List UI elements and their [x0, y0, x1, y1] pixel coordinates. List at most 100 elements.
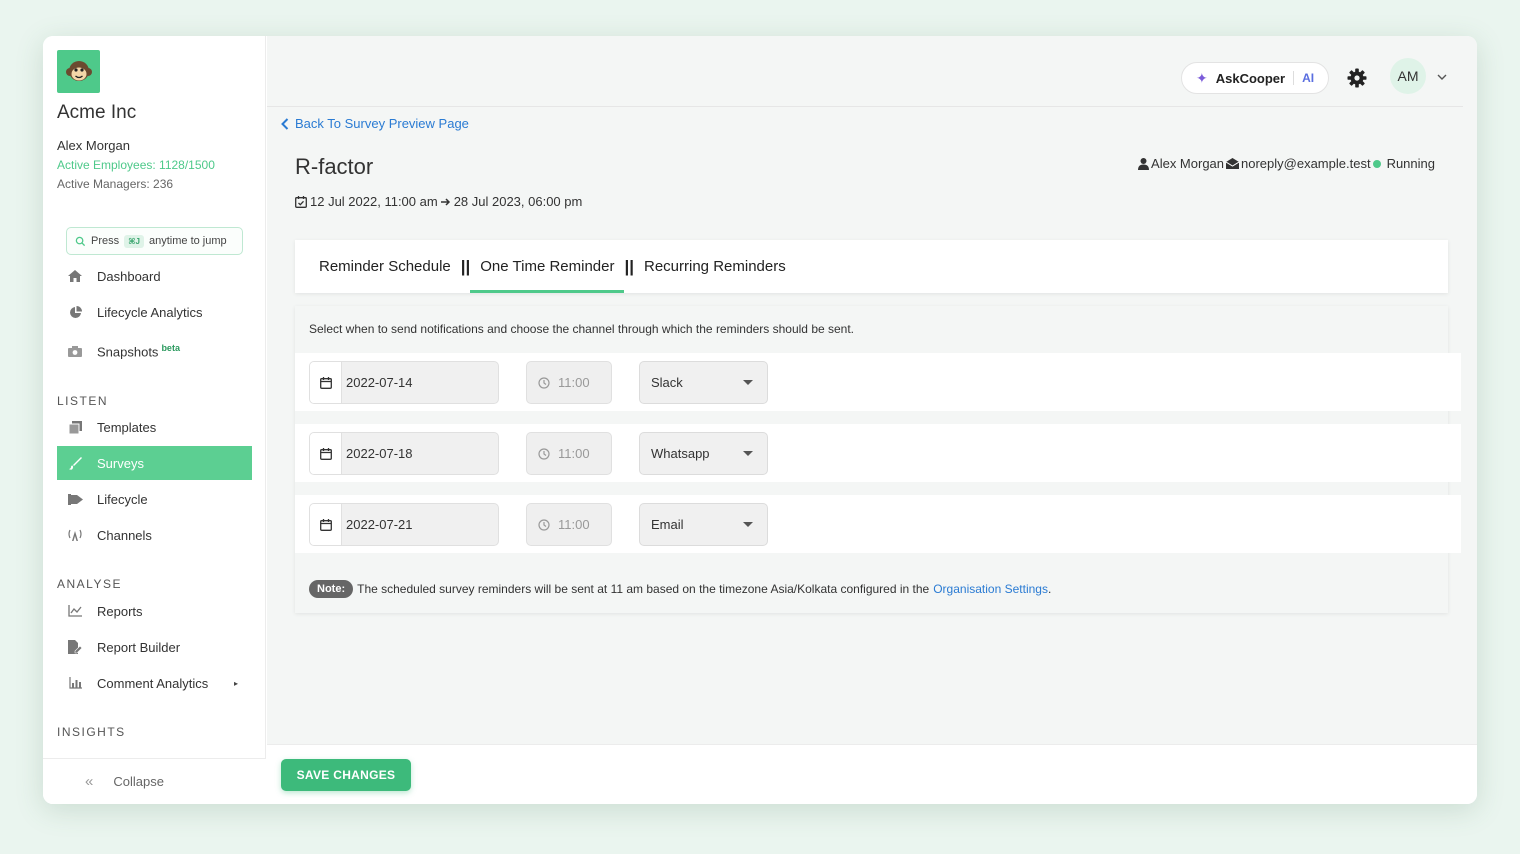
organisation-settings-link[interactable]: Organisation Settings [933, 582, 1048, 596]
reminder-row: 2022-07-21 11:00 Email [295, 495, 1461, 553]
submenu-arrow-icon: ▸ [233, 678, 238, 688]
collapse-sidebar-button[interactable]: « Collapse [43, 758, 266, 804]
clock-icon [538, 447, 550, 460]
broadcast-icon [67, 529, 83, 541]
time-input[interactable]: 11:00 [526, 361, 612, 404]
survey-dates: 12 Jul 2022, 11:00 am 28 Jul 2023, 06:00… [295, 194, 582, 209]
user-name: Alex Morgan [57, 138, 130, 153]
back-link[interactable]: Back To Survey Preview Page [281, 116, 469, 131]
start-date: 12 Jul 2022, 11:00 am [310, 194, 438, 209]
gear-icon[interactable] [1347, 68, 1367, 88]
reminder-tabs: Reminder Schedule || One Time Reminder |… [295, 240, 1448, 293]
sidebar-item-comment-analytics[interactable]: Comment Analytics ▸ [57, 666, 252, 700]
sparkle-icon: ✦ [1196, 69, 1208, 86]
section-insights: INSIGHTS [57, 725, 126, 739]
section-listen: LISTEN [57, 394, 109, 408]
sidebar-item-lifecycle-analytics[interactable]: Lifecycle Analytics [57, 295, 252, 329]
save-changes-button[interactable]: SAVE CHANGES [281, 759, 411, 791]
brush-icon [67, 456, 83, 470]
tab-reminder-schedule[interactable]: Reminder Schedule [319, 240, 461, 293]
time-value: 11:00 [558, 517, 590, 532]
avatar[interactable]: AM [1390, 58, 1426, 94]
time-value: 11:00 [558, 375, 590, 390]
jump-anytime-text: anytime to jump [149, 235, 227, 247]
sidebar-item-templates[interactable]: Templates [57, 410, 252, 444]
bar-chart-icon [67, 677, 83, 689]
tab-label: Reminder Schedule [319, 258, 451, 275]
tab-one-time-reminder[interactable]: One Time Reminder [470, 240, 625, 293]
caret-down-icon [743, 380, 753, 385]
reminder-row: 2022-07-14 11:00 Slack [295, 353, 1461, 411]
double-chevron-left-icon: « [85, 773, 94, 790]
note-suffix: . [1047, 582, 1052, 596]
copy-icon [67, 420, 83, 434]
ask-cooper-button[interactable]: ✦ AskCooper AI [1181, 62, 1329, 94]
channel-select[interactable]: Slack [639, 361, 768, 404]
envelope-icon [1226, 158, 1240, 169]
time-input[interactable]: 11:00 [526, 503, 612, 546]
tab-label: One Time Reminder [480, 258, 615, 275]
sidebar-item-label: Channels [97, 527, 152, 543]
clock-icon [538, 518, 550, 531]
sidebar-item-channels[interactable]: Channels [57, 518, 252, 552]
sidebar-item-reports[interactable]: Reports [57, 594, 252, 628]
back-link-label: Back To Survey Preview Page [295, 116, 469, 131]
end-date: 28 Jul 2023, 06:00 pm [453, 194, 583, 209]
date-input[interactable]: 2022-07-18 [309, 432, 499, 475]
channel-select[interactable]: Email [639, 503, 768, 546]
sidebar-item-label: Snapshots [97, 344, 159, 360]
section-analyse: ANALYSE [57, 577, 122, 591]
date-input[interactable]: 2022-07-14 [309, 361, 499, 404]
caret-down-icon [743, 451, 753, 456]
calendar-icon [310, 504, 342, 545]
arrow-right-icon [440, 197, 450, 206]
channel-value: Email [651, 517, 684, 532]
quick-jump-search[interactable]: Press ⌘J anytime to jump [66, 227, 243, 255]
date-value: 2022-07-18 [346, 446, 413, 461]
sidebar-item-lifecycle[interactable]: Lifecycle [57, 482, 252, 516]
monkey-logo-icon[interactable] [57, 50, 100, 93]
beta-badge: beta [161, 342, 180, 353]
owner-name: Alex Morgan [1151, 156, 1225, 171]
app-window: Acme Inc Alex Morgan Active Employees: 1… [43, 36, 1477, 804]
sidebar-item-label: Report Builder [97, 639, 181, 655]
clock-icon [538, 376, 550, 389]
tab-label: Recurring Reminders [644, 258, 786, 275]
owner-email: noreply@example.test [1241, 156, 1371, 171]
sidebar-item-label: Lifecycle Analytics [97, 304, 203, 320]
tab-separator: || [460, 256, 471, 276]
date-input[interactable]: 2022-07-21 [309, 503, 499, 546]
user-icon [1138, 157, 1150, 170]
sidebar-item-dashboard[interactable]: Dashboard [57, 259, 252, 293]
home-icon [67, 270, 83, 282]
time-input[interactable]: 11:00 [526, 432, 612, 475]
instruction-text: Select when to send notifications and ch… [309, 322, 855, 336]
sidebar-item-snapshots[interactable]: Snapshots beta [57, 334, 252, 368]
timezone-note: Note: The scheduled survey reminders wil… [309, 580, 1051, 598]
time-value: 11:00 [558, 446, 590, 461]
pie-chart-icon [67, 305, 83, 319]
status-badge: Running [1386, 156, 1435, 171]
sidebar-item-label: Dashboard [97, 268, 161, 284]
sidebar-item-label: Comment Analytics [97, 675, 209, 691]
jump-press-text: Press [91, 235, 120, 247]
date-value: 2022-07-21 [346, 517, 413, 532]
page-title: R-factor [295, 154, 374, 179]
calendar-check-icon [295, 195, 307, 208]
active-employees: Active Employees: 1128/1500 [57, 158, 215, 172]
chevron-down-icon[interactable] [1437, 72, 1447, 82]
note-badge: Note: [309, 580, 354, 598]
channel-select[interactable]: Whatsapp [639, 432, 768, 475]
active-managers: Active Managers: 236 [57, 177, 174, 191]
main-content: ✦ AskCooper AI AM Back To Survey Preview… [267, 36, 1477, 804]
search-icon [75, 236, 86, 246]
sidebar-item-surveys[interactable]: Surveys [57, 446, 252, 480]
reminder-row: 2022-07-18 11:00 Whatsapp [295, 424, 1461, 482]
survey-meta: Alex Morgan noreply@example.test Running [1138, 156, 1435, 171]
tab-recurring-reminders[interactable]: Recurring Reminders [634, 240, 796, 293]
ai-label: AI [1302, 71, 1315, 85]
sidebar-item-report-builder[interactable]: Report Builder [57, 630, 252, 664]
shortcut-key: ⌘J [124, 234, 144, 248]
top-bar: ✦ AskCooper AI AM [267, 36, 1463, 107]
sidebar-item-label: Lifecycle [97, 491, 148, 507]
